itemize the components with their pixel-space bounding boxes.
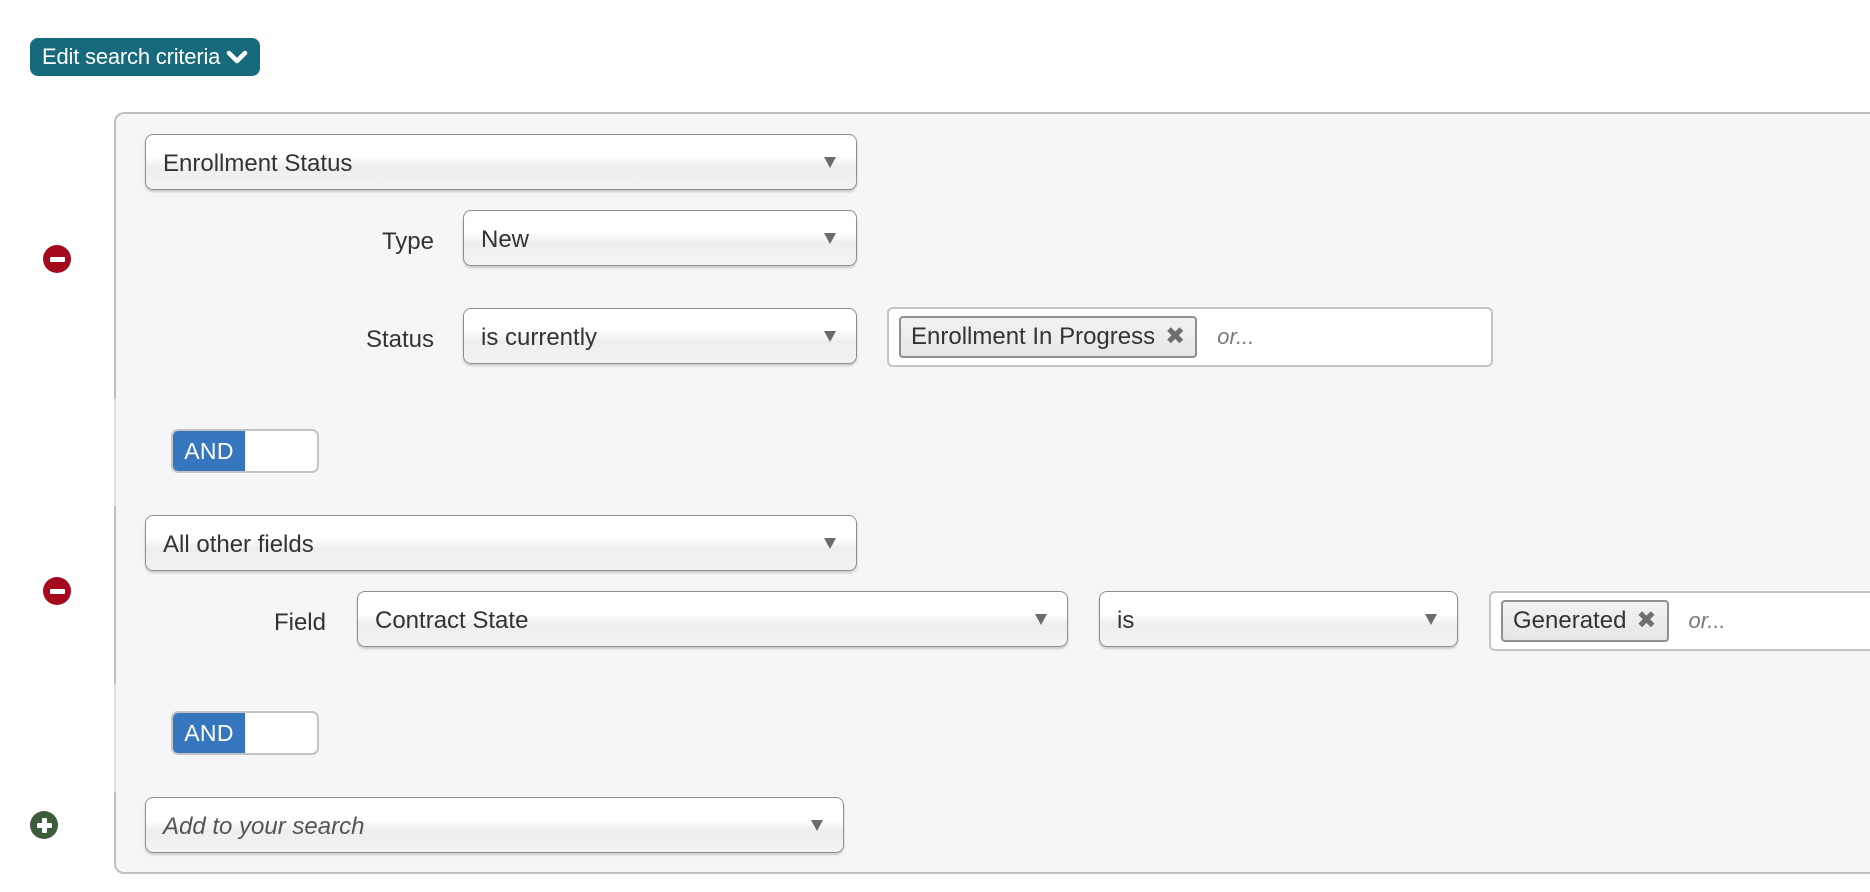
add-to-search-select[interactable]: Add to your search [145,797,844,853]
dropdown-arrow-icon [824,330,836,342]
connector-and-label: AND [173,431,245,471]
criterion-1-category-select[interactable]: Enrollment Status [145,134,857,190]
remove-criterion-1-icon[interactable] [43,245,71,273]
status-values-text-input[interactable] [1215,323,1420,351]
status-operator-value: is currently [481,324,598,351]
criterion-2-category-value: All other fields [163,531,314,558]
connector-and-label: AND [173,713,245,753]
panel-divider [114,684,116,792]
field-select[interactable]: Contract State [357,591,1068,647]
add-criterion-icon[interactable] [30,811,58,839]
status-label: Status [365,326,434,353]
field-value-tag-label: Generated [1513,607,1627,634]
field-values-input[interactable]: Generated ✖ [1489,591,1870,651]
field-label: Field [273,609,326,636]
dropdown-arrow-icon [1425,613,1437,625]
remove-criterion-2-icon[interactable] [43,577,71,605]
dropdown-arrow-icon [811,819,823,831]
criterion-2-connector-toggle[interactable]: AND [171,711,319,755]
status-value-tag: Enrollment In Progress ✖ [899,316,1198,358]
type-select[interactable]: New [463,210,857,266]
type-value: New [481,226,530,253]
criterion-2-category-select[interactable]: All other fields [145,515,857,571]
status-operator-select[interactable]: is currently [463,308,857,364]
edit-search-criteria-button[interactable]: Edit search criteria [30,38,261,76]
field-value: Contract State [375,607,529,634]
field-operator-select[interactable]: is [1099,591,1458,647]
panel-divider [114,399,116,506]
field-values-text-input[interactable] [1686,607,1870,635]
criterion-1-category-value: Enrollment Status [163,150,353,177]
edit-search-criteria-label: Edit search criteria [42,44,221,69]
search-criteria-panel [114,112,1870,874]
dropdown-arrow-icon [824,537,836,549]
dropdown-arrow-icon [824,156,836,168]
remove-tag-icon[interactable]: ✖ [1636,609,1656,633]
dropdown-arrow-icon [1035,613,1047,625]
dropdown-arrow-icon [824,232,836,244]
status-values-input[interactable]: Enrollment In Progress ✖ [887,307,1493,367]
remove-tag-icon[interactable]: ✖ [1165,325,1185,349]
field-value-tag: Generated ✖ [1501,600,1669,642]
chevron-down-icon [226,49,248,65]
add-to-search-placeholder: Add to your search [163,813,365,840]
field-operator-value: is [1117,607,1135,634]
type-label: Type [381,228,434,255]
criterion-1-connector-toggle[interactable]: AND [171,429,319,473]
status-value-tag-label: Enrollment In Progress [911,323,1156,350]
